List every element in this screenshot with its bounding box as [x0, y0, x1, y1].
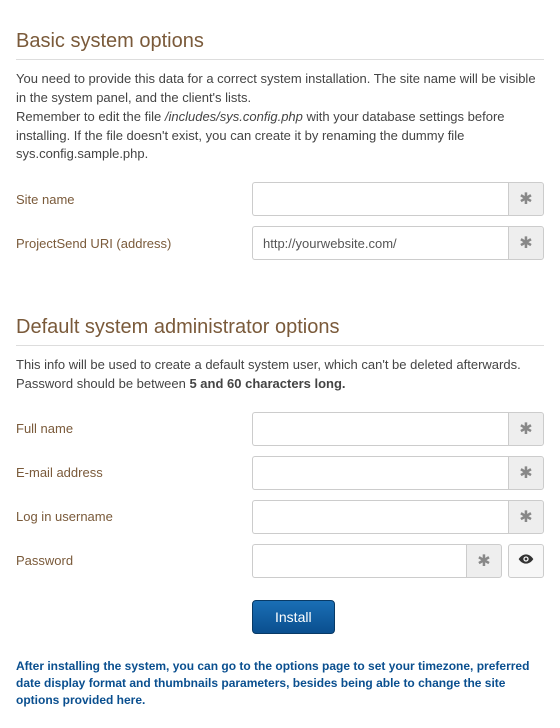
required-indicator: ✱ [508, 456, 544, 490]
required-indicator: ✱ [508, 226, 544, 260]
password-length-rule: 5 and 60 characters long. [189, 376, 345, 391]
desc-text: You need to provide this data for a corr… [16, 71, 536, 105]
label-username: Log in username [16, 509, 252, 524]
section-admin-title: Default system administrator options [16, 316, 544, 346]
section-admin-desc: This info will be used to create a defau… [16, 356, 544, 394]
label-email: E-mail address [16, 465, 252, 480]
full-name-input[interactable] [252, 412, 508, 446]
row-email: E-mail address ✱ [16, 456, 544, 490]
section-basic-desc: You need to provide this data for a corr… [16, 70, 544, 164]
site-name-input[interactable] [252, 182, 508, 216]
config-file-path: /includes/sys.config.php [165, 109, 303, 124]
label-password: Password [16, 553, 252, 568]
eye-icon [518, 551, 534, 570]
password-input[interactable] [252, 544, 466, 578]
label-site-name: Site name [16, 192, 252, 207]
install-button[interactable]: Install [252, 600, 335, 634]
row-full-name: Full name ✱ [16, 412, 544, 446]
uri-input[interactable] [252, 226, 508, 260]
required-indicator: ✱ [508, 182, 544, 216]
username-input[interactable] [252, 500, 508, 534]
label-full-name: Full name [16, 421, 252, 436]
row-username: Log in username ✱ [16, 500, 544, 534]
required-indicator: ✱ [466, 544, 502, 578]
section-basic-title: Basic system options [16, 30, 544, 60]
row-password: Password ✱ [16, 544, 544, 578]
label-uri: ProjectSend URI (address) [16, 236, 252, 251]
desc-text: Remember to edit the file [16, 109, 165, 124]
required-indicator: ✱ [508, 412, 544, 446]
email-input[interactable] [252, 456, 508, 490]
required-indicator: ✱ [508, 500, 544, 534]
toggle-password-visibility-button[interactable] [508, 544, 544, 578]
row-site-name: Site name ✱ [16, 182, 544, 216]
row-uri: ProjectSend URI (address) ✱ [16, 226, 544, 260]
post-install-note: After installing the system, you can go … [16, 658, 544, 708]
